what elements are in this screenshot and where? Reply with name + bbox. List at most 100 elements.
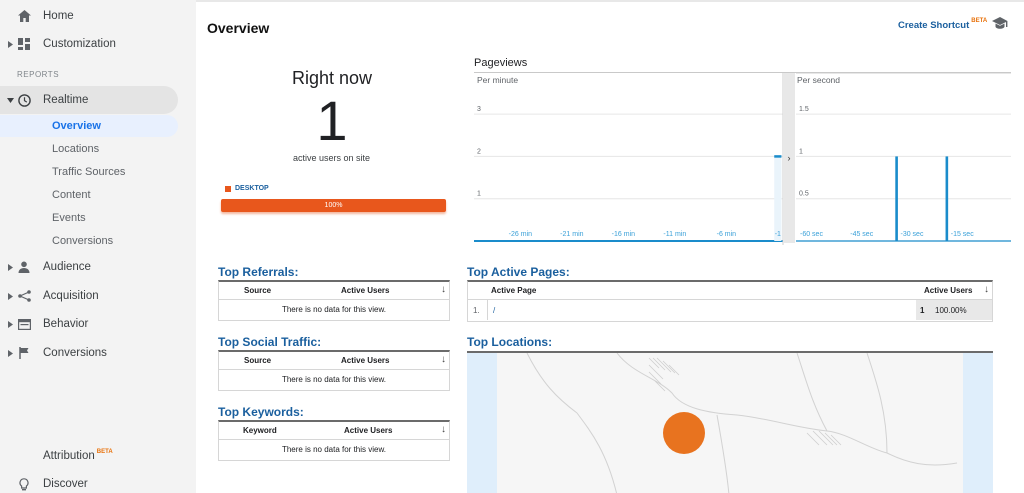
device-legend: DESKTOP	[225, 185, 269, 192]
map-water-east	[963, 353, 993, 493]
top-keywords-table: Keyword Active Users ↓ There is no data …	[218, 420, 450, 461]
row-users-cell: 1 100.00%	[916, 300, 992, 320]
per-second-x-tick: -15 sec	[951, 231, 974, 238]
top-active-pages-table: Active Page Active Users ↓ 1. / 1 100.00…	[467, 280, 993, 322]
no-data-message: There is no data for this view.	[281, 445, 387, 454]
no-data-message: There is no data for this view.	[281, 305, 387, 314]
chart-toggle-button[interactable]: ›	[783, 73, 795, 243]
realtime-conversions[interactable]: Conversions	[0, 230, 178, 252]
top-referrals-table: Source Active Users ↓ There is no data f…	[218, 280, 450, 321]
nav-conversions[interactable]: Conversions	[0, 339, 178, 367]
sort-down-icon[interactable]: ↓	[441, 284, 446, 295]
page-title: Overview	[207, 20, 270, 36]
row-divider	[487, 300, 488, 320]
nav-acquisition[interactable]: Acquisition	[0, 282, 178, 310]
caret-right-icon	[6, 349, 14, 357]
row-percent: 100.00%	[935, 306, 967, 315]
per-minute-x-tick: -16 min	[612, 231, 635, 238]
desktop-share-bar: 100%	[221, 199, 446, 212]
col-active-users[interactable]: Active Users	[341, 356, 389, 365]
nav-home-label: Home	[43, 10, 74, 22]
location-marker[interactable]	[663, 412, 705, 454]
per-minute-x-tick: -21 min	[560, 231, 583, 238]
top-active-pages-title[interactable]: Top Active Pages:	[467, 265, 570, 279]
create-shortcut-link[interactable]: Create Shortcut BETA	[898, 18, 987, 31]
nav-audience-label: Audience	[43, 261, 91, 273]
pageviews-chart: 3 2 1 -26 min -21 min -16 min -11 min -6 min -1 1…	[474, 73, 1011, 245]
col-active-users[interactable]: Active Users	[341, 286, 389, 295]
nav-realtime-label: Realtime	[43, 94, 89, 106]
top-social-table: Source Active Users ↓ There is no data f…	[218, 350, 450, 391]
sidebar: Home Customization REPORTS Realtime Over…	[0, 0, 196, 493]
sort-down-icon[interactable]: ↓	[441, 354, 446, 365]
col-active-users[interactable]: Active Users	[924, 286, 972, 295]
acquisition-icon	[17, 289, 31, 303]
col-active-users[interactable]: Active Users	[344, 426, 392, 435]
dashboard-icon	[17, 37, 31, 51]
table-header: Source Active Users ↓	[219, 282, 449, 300]
realtime-traffic-sources[interactable]: Traffic Sources	[0, 161, 178, 183]
desktop-swatch	[225, 185, 231, 192]
lightbulb-icon	[17, 477, 31, 491]
no-data-message: There is no data for this view.	[281, 375, 387, 384]
realtime-locations[interactable]: Locations	[0, 138, 178, 160]
nav-behavior[interactable]: Behavior	[0, 310, 178, 338]
realtime-overview[interactable]: Overview	[0, 115, 178, 137]
table-header: Active Page Active Users ↓	[468, 282, 992, 300]
table-header: Source Active Users ↓	[219, 352, 449, 370]
row-page-link[interactable]: /	[493, 306, 495, 315]
table-header: Keyword Active Users ↓	[219, 422, 449, 440]
realtime-content[interactable]: Content	[0, 184, 178, 206]
per-second-y-tick: 1.5	[799, 106, 809, 113]
chevron-right-icon: ›	[787, 153, 791, 163]
nav-acquisition-label: Acquisition	[43, 290, 99, 302]
create-shortcut-beta-badge: BETA	[971, 18, 988, 24]
nav-realtime[interactable]: Realtime	[0, 86, 178, 114]
per-second-x-tick: -30 sec	[901, 231, 924, 238]
nav-attribution[interactable]: Attribution BETA	[0, 441, 178, 469]
realtime-events[interactable]: Events	[0, 207, 178, 229]
person-icon	[17, 260, 31, 274]
active-users-subtitle: active users on site	[293, 153, 371, 163]
col-source[interactable]: Source	[244, 286, 271, 295]
top-social-title[interactable]: Top Social Traffic:	[218, 335, 321, 349]
active-users-count: 1	[316, 89, 348, 152]
top-referrals-title[interactable]: Top Referrals:	[218, 265, 298, 279]
nav-discover-label: Discover	[43, 478, 88, 490]
col-source[interactable]: Source	[244, 356, 271, 365]
reports-section-label: REPORTS	[17, 70, 60, 79]
top-keywords-title[interactable]: Top Keywords:	[218, 405, 304, 419]
pageviews-title: Pageviews	[474, 57, 528, 69]
caret-right-icon	[6, 40, 14, 48]
per-second-x-tick: -45 sec	[850, 231, 873, 238]
nav-customization[interactable]: Customization	[0, 30, 178, 58]
nav-conversions-label: Conversions	[43, 347, 107, 359]
caret-down-icon	[6, 96, 14, 104]
graduation-cap-icon[interactable]	[992, 16, 1008, 30]
caret-right-icon	[6, 320, 14, 328]
top-locations-title[interactable]: Top Locations:	[467, 335, 552, 349]
locations-map[interactable]	[467, 351, 993, 493]
col-keyword[interactable]: Keyword	[243, 426, 277, 435]
nav-behavior-label: Behavior	[43, 318, 89, 330]
attribution-text: Attribution	[43, 449, 95, 462]
per-minute-x-tick: -1	[775, 231, 781, 238]
nav-audience[interactable]: Audience	[0, 253, 178, 281]
per-minute-x-tick: -26 min	[509, 231, 532, 238]
per-minute-x-tick: -11 min	[663, 231, 686, 238]
nav-home[interactable]: Home	[0, 2, 178, 30]
map-water-west	[467, 353, 497, 493]
caret-right-icon	[6, 292, 14, 300]
sort-down-icon[interactable]: ↓	[984, 284, 989, 295]
attribution-beta-badge: BETA	[96, 448, 113, 455]
nav-discover[interactable]: Discover	[0, 470, 178, 493]
col-active-page[interactable]: Active Page	[491, 286, 536, 295]
table-row[interactable]: 1. / 1 100.00%	[468, 300, 992, 321]
create-shortcut-label: Create Shortcut	[898, 20, 970, 31]
sort-down-icon[interactable]: ↓	[441, 424, 446, 435]
per-minute-y-tick: 1	[477, 191, 481, 198]
flag-icon	[17, 346, 31, 360]
per-second-y-tick: 0.5	[799, 191, 809, 198]
browser-window-icon	[17, 317, 31, 331]
top-divider	[196, 0, 1024, 2]
